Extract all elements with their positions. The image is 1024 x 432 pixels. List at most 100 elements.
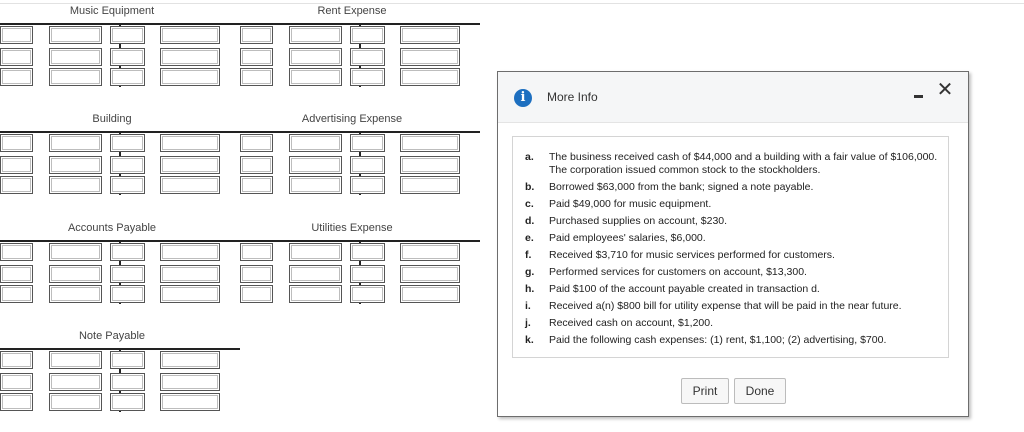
- credit-amount-input[interactable]: [160, 373, 220, 391]
- debit-ref-input[interactable]: [0, 156, 33, 174]
- close-icon[interactable]: ✕: [935, 80, 955, 100]
- credit-amount-input[interactable]: [400, 243, 460, 261]
- debit-ref-input[interactable]: [240, 156, 273, 174]
- debit-ref-input[interactable]: [0, 393, 33, 411]
- debit-amount-input[interactable]: [49, 134, 102, 152]
- credit-ref-input[interactable]: [110, 265, 145, 283]
- debit-amount-input[interactable]: [289, 243, 342, 261]
- debit-ref-input[interactable]: [0, 26, 33, 44]
- credit-ref-input[interactable]: [110, 134, 145, 152]
- debit-amount-input[interactable]: [49, 243, 102, 261]
- debit-amount-input[interactable]: [49, 373, 102, 391]
- credit-ref-input[interactable]: [350, 265, 385, 283]
- list-item: e. Paid employees' salaries, $6,000.: [525, 232, 943, 245]
- credit-amount-input[interactable]: [160, 351, 220, 369]
- credit-ref-input[interactable]: [350, 26, 385, 44]
- debit-amount-input[interactable]: [49, 26, 102, 44]
- debit-ref-input[interactable]: [0, 265, 33, 283]
- credit-ref-input[interactable]: [110, 26, 145, 44]
- credit-ref-input[interactable]: [110, 156, 145, 174]
- item-text: Received $3,710 for music services perfo…: [549, 249, 835, 261]
- item-letter: e.: [525, 232, 534, 244]
- t-account-building: Building: [0, 112, 242, 195]
- credit-ref-input[interactable]: [110, 243, 145, 261]
- debit-ref-input[interactable]: [0, 134, 33, 152]
- credit-amount-input[interactable]: [160, 156, 220, 174]
- account-title: Building: [92, 113, 132, 125]
- credit-amount-input[interactable]: [160, 26, 220, 44]
- credit-amount-input[interactable]: [400, 26, 460, 44]
- print-button[interactable]: Print: [681, 378, 729, 404]
- done-button[interactable]: Done: [734, 378, 786, 404]
- credit-ref-input[interactable]: [350, 176, 385, 194]
- entry-row: [240, 243, 482, 263]
- credit-amount-input[interactable]: [160, 243, 220, 261]
- credit-ref-input[interactable]: [110, 176, 145, 194]
- minimize-icon[interactable]: [912, 86, 928, 102]
- debit-ref-input[interactable]: [0, 285, 33, 303]
- credit-amount-input[interactable]: [400, 48, 460, 66]
- debit-amount-input[interactable]: [289, 26, 342, 44]
- debit-balance-input[interactable]: [49, 393, 102, 411]
- list-item: f. Received $3,710 for music services per…: [525, 249, 943, 262]
- debit-ref-input[interactable]: [0, 48, 33, 66]
- debit-ref-input[interactable]: [0, 373, 33, 391]
- debit-ref-input[interactable]: [0, 176, 33, 194]
- debit-amount-input[interactable]: [49, 351, 102, 369]
- debit-ref-input[interactable]: [240, 243, 273, 261]
- debit-balance-input[interactable]: [289, 285, 342, 303]
- credit-amount-input[interactable]: [400, 265, 460, 283]
- credit-balance-input[interactable]: [160, 176, 220, 194]
- debit-amount-input[interactable]: [289, 48, 342, 66]
- credit-balance-input[interactable]: [160, 285, 220, 303]
- credit-amount-input[interactable]: [400, 134, 460, 152]
- debit-amount-input[interactable]: [289, 156, 342, 174]
- debit-ref-input[interactable]: [0, 68, 33, 86]
- entry-row: [0, 26, 242, 46]
- entry-row: [0, 48, 242, 68]
- debit-balance-input[interactable]: [49, 68, 102, 86]
- debit-ref-input[interactable]: [240, 48, 273, 66]
- credit-ref-input[interactable]: [110, 373, 145, 391]
- debit-balance-input[interactable]: [49, 176, 102, 194]
- credit-balance-input[interactable]: [160, 393, 220, 411]
- debit-ref-input[interactable]: [240, 134, 273, 152]
- credit-ref-input[interactable]: [110, 351, 145, 369]
- debit-balance-input[interactable]: [289, 176, 342, 194]
- debit-balance-input[interactable]: [49, 285, 102, 303]
- credit-ref-input[interactable]: [110, 393, 145, 411]
- credit-ref-input[interactable]: [110, 285, 145, 303]
- credit-amount-input[interactable]: [160, 48, 220, 66]
- credit-ref-input[interactable]: [350, 156, 385, 174]
- debit-ref-input[interactable]: [240, 285, 273, 303]
- credit-balance-input[interactable]: [400, 176, 460, 194]
- credit-ref-input[interactable]: [350, 243, 385, 261]
- debit-ref-input[interactable]: [0, 351, 33, 369]
- credit-ref-input[interactable]: [110, 68, 145, 86]
- debit-amount-input[interactable]: [289, 265, 342, 283]
- credit-ref-input[interactable]: [110, 48, 145, 66]
- credit-ref-input[interactable]: [350, 285, 385, 303]
- credit-ref-input[interactable]: [350, 48, 385, 66]
- credit-amount-input[interactable]: [160, 134, 220, 152]
- account-title: Utilities Expense: [311, 222, 393, 234]
- credit-balance-input[interactable]: [400, 285, 460, 303]
- debit-amount-input[interactable]: [49, 48, 102, 66]
- debit-ref-input[interactable]: [240, 176, 273, 194]
- debit-ref-input[interactable]: [240, 265, 273, 283]
- credit-balance-input[interactable]: [400, 68, 460, 86]
- debit-amount-input[interactable]: [289, 134, 342, 152]
- entry-row: [0, 351, 242, 371]
- debit-ref-input[interactable]: [240, 68, 273, 86]
- debit-amount-input[interactable]: [49, 156, 102, 174]
- debit-amount-input[interactable]: [49, 265, 102, 283]
- credit-ref-input[interactable]: [350, 134, 385, 152]
- credit-ref-input[interactable]: [350, 68, 385, 86]
- credit-amount-input[interactable]: [160, 265, 220, 283]
- credit-amount-input[interactable]: [400, 156, 460, 174]
- debit-ref-input[interactable]: [0, 243, 33, 261]
- debit-balance-input[interactable]: [289, 68, 342, 86]
- credit-balance-input[interactable]: [160, 68, 220, 86]
- debit-ref-input[interactable]: [240, 26, 273, 44]
- list-item: i. Received a(n) $800 bill for utility ex…: [525, 300, 943, 313]
